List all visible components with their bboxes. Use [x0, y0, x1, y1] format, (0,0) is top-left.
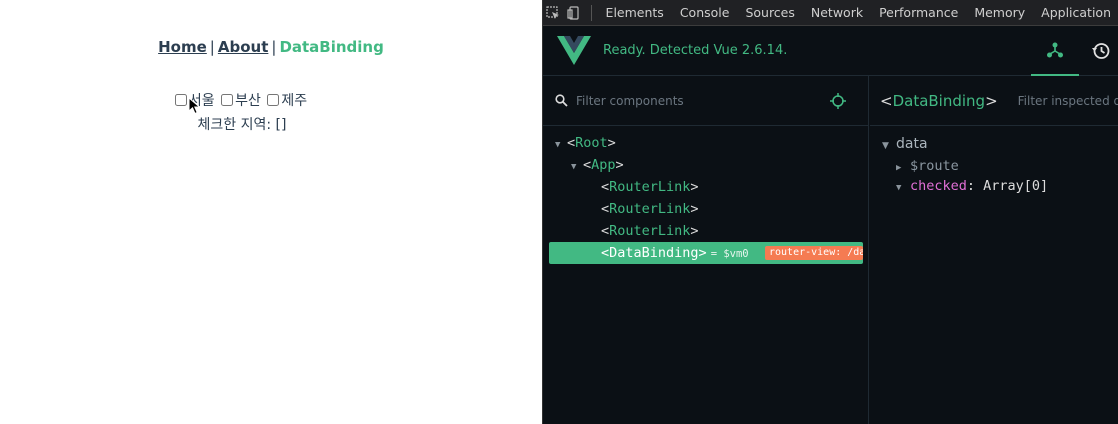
component-name: DataBinding — [609, 245, 699, 261]
region-option-jeju[interactable]: 제주 — [267, 93, 307, 109]
inspector-header: <DataBinding> — [870, 76, 1118, 126]
region-checkbox-jeju[interactable] — [267, 94, 280, 106]
component-name: Root — [575, 135, 608, 151]
device-toolbar-icon[interactable] — [564, 0, 585, 26]
tree-node-app[interactable]: ▼ <App> — [543, 154, 868, 176]
expand-arrow-icon[interactable]: ▶ — [896, 158, 910, 178]
component-name: RouterLink — [609, 179, 691, 195]
components-tree-button[interactable] — [1031, 26, 1079, 76]
component-name: RouterLink — [609, 201, 691, 217]
tree-node-routerlink[interactable]: <RouterLink> — [543, 176, 868, 198]
region-checkbox-busan[interactable] — [221, 94, 234, 106]
expand-arrow-icon[interactable]: ▼ — [571, 156, 583, 178]
region-option-busan[interactable]: 부산 — [221, 93, 261, 109]
nav-link-home[interactable]: Home — [158, 38, 207, 56]
tab-sources[interactable]: Sources — [737, 0, 802, 26]
nav-separator: | — [209, 38, 215, 56]
tree-node-root[interactable]: ▼ <Root> — [543, 132, 868, 154]
tree-node-routerlink[interactable]: <RouterLink> — [543, 220, 868, 242]
router-view-badge: router-view: /databinding — [765, 246, 863, 260]
mouse-cursor-icon — [188, 97, 201, 115]
component-filter-bar — [543, 76, 868, 126]
data-row-checked[interactable]: ▼ checked: Array[0] — [882, 176, 1118, 196]
app-page: Home | About | DataBinding 서울 부산 제주 체크한 지역: … — [0, 0, 542, 424]
tab-application[interactable]: Application — [1033, 0, 1118, 26]
tab-memory[interactable]: Memory — [966, 0, 1033, 26]
vue-logo-icon — [557, 35, 591, 65]
devtools-tab-bar: Elements Console Sources Network Perform… — [543, 0, 1118, 26]
data-row-route[interactable]: ▶ $route — [882, 156, 1118, 176]
search-icon — [555, 94, 568, 107]
tab-performance[interactable]: Performance — [871, 0, 966, 26]
region-label: 부산 — [235, 93, 261, 109]
inspector-pane: <DataBinding> ▼data ▶$route ▼checked: Ar… — [870, 76, 1118, 424]
tab-console[interactable]: Console — [672, 0, 738, 26]
region-checkbox-group: 서울 부산 제주 — [0, 90, 484, 110]
data-value: : Array[0] — [966, 178, 1049, 194]
nav-separator: | — [271, 38, 277, 56]
inspector-data: ▼ data ▶ $route ▼ checked: Array[0] — [870, 126, 1118, 196]
vm-reference: = $vm0 — [710, 248, 749, 260]
tab-divider — [590, 4, 592, 21]
component-name: App — [591, 157, 616, 173]
vue-devtools-header: Ready. Detected Vue 2.6.14. — [543, 26, 1118, 76]
inspected-component-title: <DataBinding> — [880, 91, 998, 110]
checked-regions-output: 체크한 지역: [] — [197, 117, 287, 133]
data-section-header[interactable]: ▼ data — [882, 132, 1118, 156]
filter-components-input[interactable] — [576, 93, 806, 108]
component-tree: ▼ <Root> ▼ <App> <RouterLink> <RouterLink>… — [543, 126, 868, 264]
tree-node-routerlink[interactable]: <RouterLink> — [543, 198, 868, 220]
nav-link-databinding[interactable]: DataBinding — [279, 38, 383, 56]
history-icon — [1092, 43, 1110, 59]
vue-status-text: Ready. Detected Vue 2.6.14. — [603, 43, 788, 58]
region-label: 제주 — [281, 93, 308, 109]
component-name: RouterLink — [609, 223, 691, 239]
collapse-arrow-icon[interactable]: ▼ — [882, 134, 896, 158]
tab-elements[interactable]: Elements — [598, 0, 672, 26]
tab-network[interactable]: Network — [803, 0, 871, 26]
collapse-arrow-icon[interactable]: ▼ — [896, 178, 910, 198]
component-tree-icon — [1047, 42, 1063, 58]
region-checkbox-seoul[interactable] — [174, 94, 187, 106]
devtools-panel: Elements Console Sources Network Perform… — [542, 0, 1118, 424]
expand-arrow-icon[interactable]: ▼ — [555, 134, 567, 156]
tree-node-databinding[interactable]: <DataBinding>= $vm0router-view: /databin… — [549, 242, 863, 264]
select-component-icon[interactable] — [830, 93, 846, 109]
router-nav: Home | About | DataBinding — [0, 38, 542, 56]
timeline-history-button[interactable] — [1083, 26, 1118, 76]
filter-inspected-data-input[interactable] — [1017, 93, 1118, 108]
component-tree-pane: ▼<Root> ▼<App> <RouterLink> <RouterLink>… — [543, 76, 869, 424]
nav-link-about[interactable]: About — [218, 38, 269, 56]
inspect-element-icon[interactable] — [543, 0, 564, 26]
